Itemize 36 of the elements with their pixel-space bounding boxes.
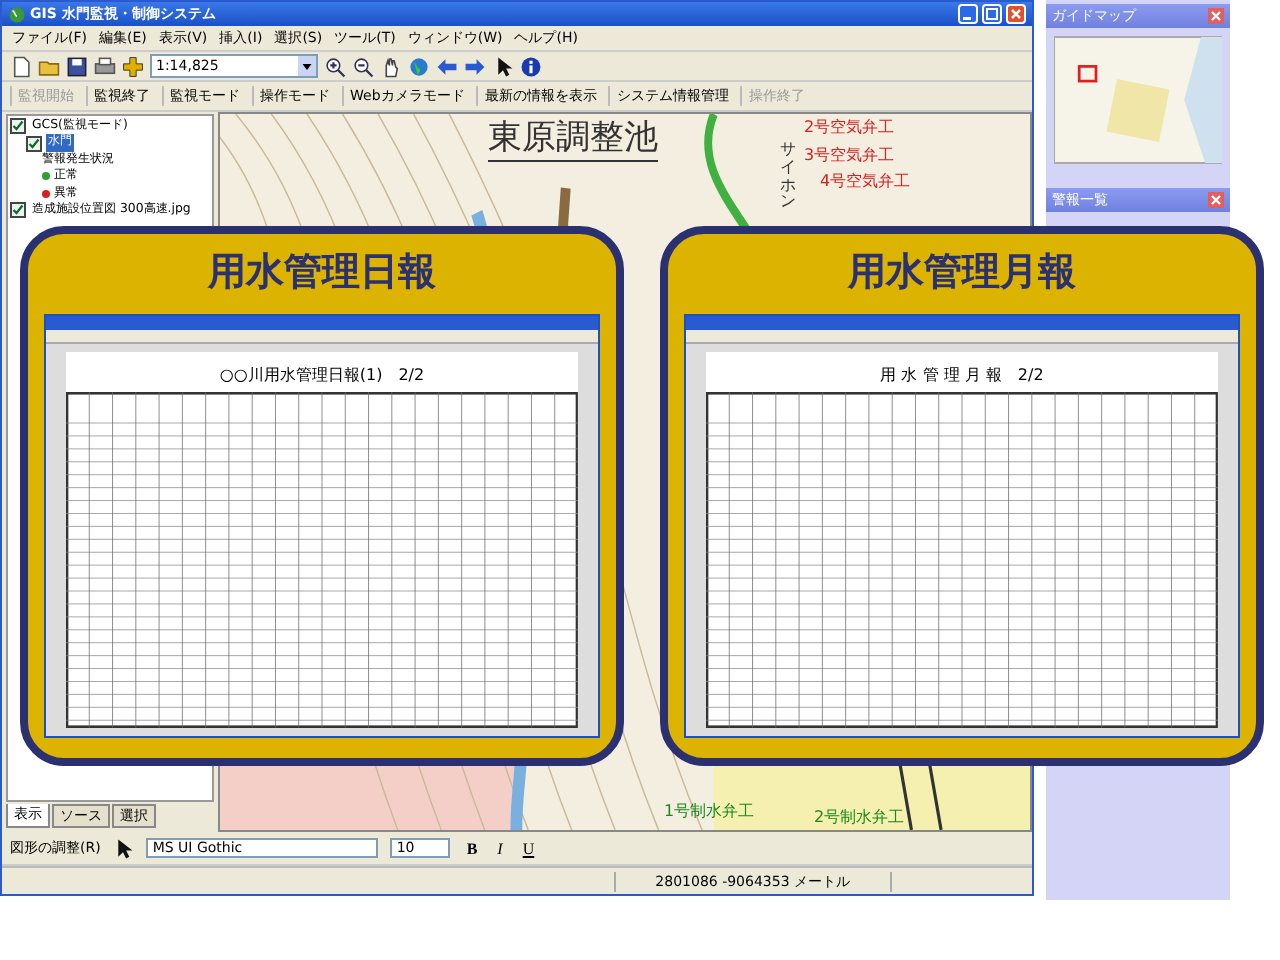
pan-hand-icon[interactable]	[380, 55, 402, 77]
layer-checkbox[interactable]	[26, 135, 42, 152]
air-valve-label: 4号空気弁工	[820, 170, 911, 192]
arrow-left-icon[interactable]	[436, 55, 458, 77]
sheet-title: ○○川用水管理日報(1) 2/2	[66, 352, 578, 392]
control-valve-label: 2号制水弁工	[814, 806, 905, 828]
zoom-out-icon[interactable]	[352, 55, 374, 77]
pointer-icon[interactable]	[492, 55, 514, 77]
air-valve-label: 3号空気弁工	[804, 144, 895, 166]
text-style-button[interactable]: B	[462, 839, 482, 857]
globe-icon	[8, 5, 26, 23]
map-title: 東原調整池	[488, 114, 658, 162]
print-icon[interactable]	[94, 55, 116, 77]
text-style-button[interactable]: U	[518, 839, 539, 857]
new-file-icon[interactable]	[10, 55, 32, 77]
close-button[interactable]	[1006, 4, 1026, 24]
globe-icon[interactable]	[408, 55, 430, 77]
report-title: 用水管理日報	[208, 248, 436, 298]
arrow-right-icon[interactable]	[464, 55, 486, 77]
layer-checkbox[interactable]	[10, 118, 26, 135]
control-valve-label: 1号制水弁工	[664, 800, 755, 822]
close-button[interactable]	[1208, 8, 1224, 24]
report-title: 用水管理月報	[848, 248, 1076, 298]
sheet-title: 用 水 管 理 月 報 2/2	[706, 352, 1218, 392]
text-style-button[interactable]: I	[493, 839, 507, 857]
add-data-icon[interactable]	[122, 55, 144, 77]
close-button[interactable]	[1208, 192, 1224, 208]
zoom-in-icon[interactable]	[324, 55, 346, 77]
minimize-button[interactable]	[958, 4, 978, 24]
layer-checkbox[interactable]	[10, 202, 26, 219]
pipe-label: サイホン	[780, 142, 796, 213]
save-icon[interactable]	[66, 55, 88, 77]
pointer-icon[interactable]	[112, 837, 135, 859]
maximize-button[interactable]	[982, 4, 1002, 24]
air-valve-label: 2号空気弁工	[804, 116, 895, 138]
info-icon[interactable]	[520, 55, 542, 77]
